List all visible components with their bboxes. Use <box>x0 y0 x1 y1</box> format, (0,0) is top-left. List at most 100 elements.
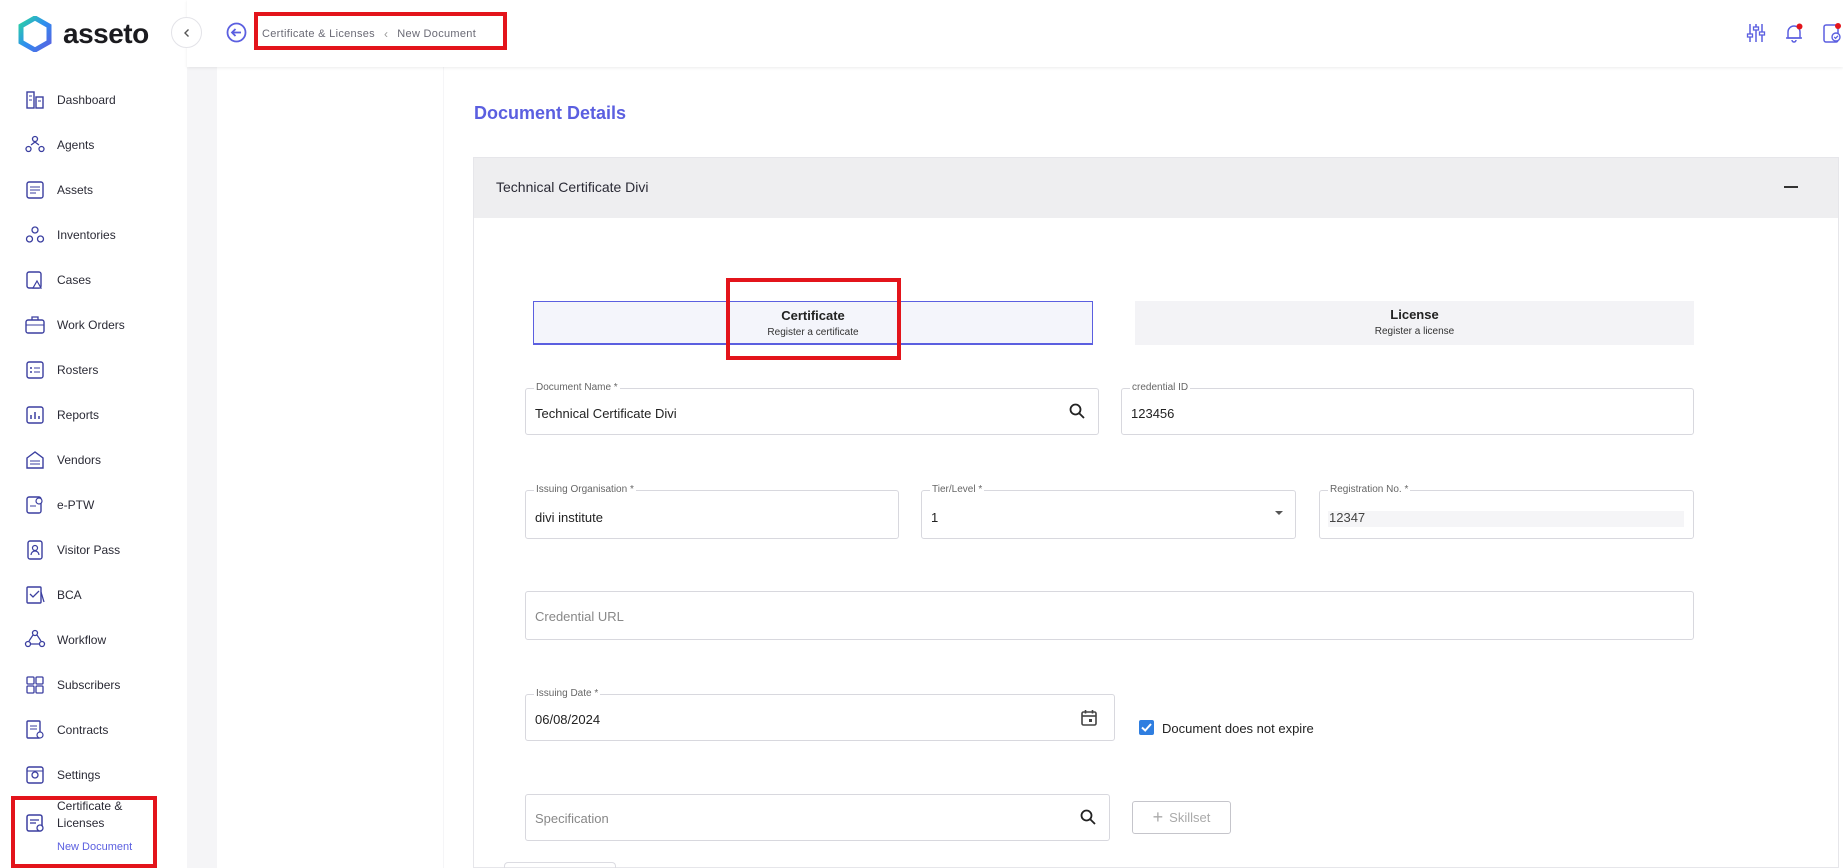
sidebar-item-label: Contracts <box>57 723 109 737</box>
back-arrow-icon[interactable] <box>226 22 247 43</box>
field-label: Issuing Organisation * <box>534 484 636 495</box>
sidebar-item-settings[interactable]: Settings <box>0 755 187 795</box>
partial-action-button[interactable] <box>504 862 616 868</box>
sidebar: asseto Dashboard Agents Assets Inventories C… <box>0 0 187 868</box>
sidebar-item-label: Assets <box>57 183 94 197</box>
sidebar-item-vendors[interactable]: Vendors <box>0 440 187 480</box>
vendors-icon <box>26 451 44 469</box>
field-label: credential ID <box>1130 382 1191 393</box>
sidebar-item-visitor-pass[interactable]: Visitor Pass <box>0 530 187 570</box>
sidebar-item-assets[interactable]: Assets <box>0 170 187 210</box>
bca-icon <box>26 586 45 604</box>
sidebar-item-e-ptw[interactable]: e-PTW <box>0 485 187 525</box>
field-label: Document Name * <box>534 382 620 393</box>
tier-level-select[interactable]: Tier/Level * 1 <box>921 484 1296 539</box>
sidebar-item-agents[interactable]: Agents <box>0 125 187 165</box>
issuing-date-field[interactable]: Issuing Date * 06/08/2024 <box>525 688 1115 741</box>
sidebar-item-label: Workflow <box>57 633 107 647</box>
dropdown-arrow-icon[interactable] <box>1273 507 1285 519</box>
left-panel <box>217 67 443 868</box>
sidebar-item-label: e-PTW <box>57 498 95 512</box>
credential-id-value: 123456 <box>1131 406 1175 421</box>
sidebar-item-reports[interactable]: Reports <box>0 395 187 435</box>
add-skillset-button[interactable]: + Skillset <box>1132 801 1231 834</box>
credential-url-field[interactable]: Credential URL <box>525 591 1694 640</box>
inventories-icon <box>25 226 45 243</box>
sidebar-item-work-orders[interactable]: Work Orders <box>0 305 187 345</box>
filter-sliders-icon[interactable] <box>1745 22 1767 44</box>
card-header[interactable]: Technical Certificate Divi <box>474 158 1838 218</box>
visitor-pass-icon <box>27 540 43 560</box>
issuing-organisation-field[interactable]: Issuing Organisation * divi institute <box>525 484 899 539</box>
sidebar-item-label: Settings <box>57 768 101 782</box>
issuing-organisation-value: divi institute <box>535 510 603 525</box>
sidebar-item-label: Inventories <box>57 228 116 242</box>
sidebar-item-workflow[interactable]: Workflow <box>0 620 187 660</box>
registration-no-field[interactable]: Registration No. * 12347 <box>1319 484 1694 539</box>
tier-level-value: 1 <box>931 510 939 525</box>
issuing-date-value: 06/08/2024 <box>535 712 601 727</box>
highlight-breadcrumb <box>254 12 507 50</box>
agents-icon <box>25 135 45 153</box>
sidebar-item-label: Cases <box>57 273 92 287</box>
type-license-tile[interactable]: License Register a license <box>1135 301 1694 345</box>
workflow-icon <box>24 629 46 648</box>
sidebar-item-contracts[interactable]: Contracts <box>0 710 187 750</box>
sidebar-collapse-button[interactable] <box>171 17 202 48</box>
tile-title: License <box>1390 307 1439 322</box>
field-label: Tier/Level * <box>930 484 985 495</box>
search-icon[interactable] <box>1068 402 1086 420</box>
search-icon[interactable] <box>1079 808 1097 826</box>
highlight-sidebar-active <box>11 796 157 868</box>
no-expiry-checkbox[interactable] <box>1139 720 1154 735</box>
app-logo[interactable]: asseto <box>18 16 149 52</box>
credential-id-field[interactable]: credential ID 123456 <box>1121 382 1694 435</box>
chevron-left-icon <box>183 28 189 37</box>
contracts-icon <box>26 720 44 739</box>
no-expiry-label[interactable]: Document does not expire <box>1162 721 1314 736</box>
document-name-value: Technical Certificate Divi <box>535 406 677 421</box>
sidebar-item-label: Dashboard <box>57 93 116 107</box>
checkmark-icon <box>1141 723 1152 732</box>
collapse-minus-icon[interactable] <box>1784 186 1798 188</box>
section-title: Document Details <box>474 103 627 123</box>
sidebar-item-label: Rosters <box>57 363 99 377</box>
highlight-certificate-tile <box>726 278 901 360</box>
sidebar-item-bca[interactable]: BCA <box>0 575 187 615</box>
sidebar-item-rosters[interactable]: Rosters <box>0 350 187 390</box>
registration-no-readonly-bg <box>1328 511 1684 527</box>
task-check-icon[interactable] <box>1821 22 1843 44</box>
credential-url-placeholder: Credential URL <box>535 609 624 624</box>
notification-bell-icon[interactable] <box>1783 22 1805 44</box>
sidebar-item-cases[interactable]: Cases <box>0 260 187 300</box>
assets-icon <box>26 181 44 199</box>
sidebar-item-label: Vendors <box>57 453 102 467</box>
plus-icon: + <box>1152 807 1164 827</box>
work-orders-icon <box>25 316 45 334</box>
cases-icon <box>26 271 43 289</box>
sidebar-item-label: Visitor Pass <box>57 543 121 557</box>
skillset-label: Skillset <box>1169 810 1211 825</box>
sidebar-item-label: Subscribers <box>57 678 121 692</box>
document-name-field[interactable]: Document Name * Technical Certificate Di… <box>525 382 1099 435</box>
eptw-icon <box>26 496 43 514</box>
logo-icon <box>18 16 52 52</box>
rosters-icon <box>26 361 44 379</box>
sidebar-item-dashboard[interactable]: Dashboard <box>0 80 187 120</box>
dashboard-icon <box>26 91 44 109</box>
tile-subtitle: Register a license <box>1374 326 1455 337</box>
registration-no-value: 12347 <box>1329 510 1366 525</box>
specification-placeholder: Specification <box>535 811 609 826</box>
specification-field[interactable]: Specification <box>525 794 1110 841</box>
sidebar-item-label: Agents <box>57 138 95 152</box>
calendar-icon[interactable] <box>1080 709 1098 727</box>
reports-icon <box>26 406 44 424</box>
top-bar: Certificate & Licenses ‹ New Document <box>187 0 1843 67</box>
sidebar-item-label: BCA <box>57 588 82 602</box>
sidebar-item-subscribers[interactable]: Subscribers <box>0 665 187 705</box>
sidebar-item-label: Reports <box>57 408 100 422</box>
top-icons <box>1729 22 1843 44</box>
app-name: asseto <box>63 18 149 49</box>
sidebar-item-inventories[interactable]: Inventories <box>0 215 187 255</box>
field-label: Issuing Date * <box>534 688 601 699</box>
